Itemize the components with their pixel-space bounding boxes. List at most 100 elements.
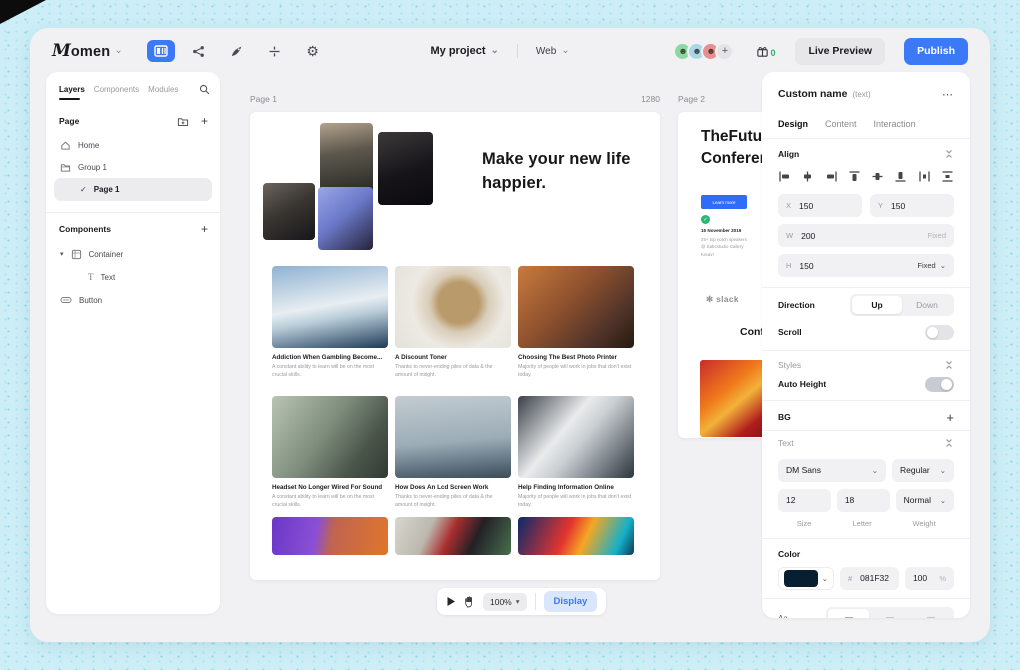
collapse-section-icon[interactable] [944, 360, 954, 370]
font-size-value: 12 [786, 495, 795, 505]
font-style-dropdown[interactable]: Regular ⌄ [892, 459, 954, 482]
tab-modules[interactable]: Modules [148, 85, 178, 94]
event-date[interactable]: 15 November 2019 [701, 228, 741, 233]
text-align-option[interactable] [869, 609, 910, 618]
align-top-icon[interactable] [848, 170, 861, 183]
sidebar-item-home[interactable]: Home [54, 135, 212, 155]
direction-label: Direction [778, 300, 815, 310]
more-options-icon[interactable]: ⋯ [942, 88, 954, 101]
article-card[interactable]: Addiction When Gambling Become... A cons… [272, 266, 388, 380]
align-center-horizontal-icon[interactable] [801, 170, 814, 183]
align-center-vertical-icon[interactable] [871, 170, 884, 183]
direction-down-option[interactable]: Down [902, 296, 952, 314]
text-align-option[interactable] [828, 609, 869, 618]
y-position-field[interactable]: Y 150 [870, 194, 954, 217]
tab-content[interactable]: Content [825, 119, 857, 129]
play-mode-icon[interactable] [446, 596, 456, 607]
artboard2-label[interactable]: Page 2 [678, 94, 705, 104]
align-right-icon[interactable] [825, 170, 838, 183]
styles-row: Styles [778, 356, 954, 374]
article-card[interactable]: Headset No Longer Wired For Sound A cons… [272, 396, 388, 510]
publish-button[interactable]: Publish [904, 38, 968, 65]
collage-photo-woman-portrait[interactable] [378, 132, 433, 205]
share-nodes-button[interactable] [185, 40, 213, 62]
article-card[interactable]: How Does An Lcd Screen Work Thanks to ne… [395, 396, 511, 510]
height-field[interactable]: H 150 Fixed ⌄ [778, 254, 954, 277]
tab-design[interactable]: Design [778, 119, 808, 129]
zoom-level-dropdown[interactable]: 100% ▾ [483, 593, 527, 611]
add-collaborator-button[interactable]: + [715, 42, 734, 61]
page-section-title: Page [59, 116, 79, 126]
align-bottom-icon[interactable] [894, 170, 907, 183]
page2-heading[interactable]: TheFuture Conference [701, 126, 771, 169]
app-logo-menu[interactable]: Momen ⌄ [52, 41, 123, 61]
tab-layers[interactable]: Layers [59, 85, 85, 94]
distribute-tool-button[interactable] [261, 40, 289, 62]
tab-components[interactable]: Components [94, 85, 139, 94]
hero-headline[interactable]: Make your new life happier. [482, 148, 644, 196]
font-weight-dropdown[interactable]: Normal ⌄ [896, 489, 954, 512]
platform-switcher[interactable]: Web ⌄ [536, 46, 570, 57]
add-folder-icon[interactable] [177, 116, 189, 127]
settings-button[interactable]: ⚙ [299, 40, 327, 62]
bg-row: BG + [778, 406, 954, 428]
add-component-icon[interactable]: + [201, 222, 208, 236]
x-position-field[interactable]: X 150 [778, 194, 862, 217]
slack-logo[interactable]: ✻ slack [706, 294, 739, 305]
collage-photo-woman-blue[interactable] [318, 187, 373, 250]
sidebar-item-button[interactable]: Button [54, 290, 212, 310]
text-align-option[interactable] [911, 609, 952, 618]
add-page-icon[interactable]: + [201, 114, 208, 128]
card-image-abstract-wallpaper[interactable] [518, 517, 634, 555]
color-hex-field[interactable]: # 081F32 [840, 567, 899, 590]
rocket-button[interactable] [223, 40, 251, 62]
direction-up-option[interactable]: Up [852, 296, 902, 314]
project-switcher[interactable]: My project ⌄ [430, 45, 498, 57]
hand-tool-icon[interactable] [464, 596, 475, 608]
zoom-level-value: 100% [490, 597, 512, 607]
auto-height-toggle[interactable] [925, 377, 954, 392]
collapse-section-icon[interactable] [944, 438, 954, 448]
card-image-phone-stats[interactable] [395, 517, 511, 555]
add-bg-icon[interactable]: + [946, 410, 954, 425]
distribute-vertical-icon[interactable] [941, 170, 954, 183]
font-size-field[interactable]: 12 [778, 489, 831, 512]
chevron-down-icon: ⌄ [940, 261, 946, 270]
card-image-vr-headset[interactable] [272, 517, 388, 555]
page2-feature-image[interactable] [700, 360, 770, 437]
distribute-horizontal-icon[interactable] [918, 170, 931, 183]
sidebar-item-page1[interactable]: ✓ Page 1 [54, 178, 212, 201]
font-family-dropdown[interactable]: DM Sans ⌄ [778, 459, 886, 482]
project-name: My project [430, 45, 485, 57]
tab-interaction[interactable]: Interaction [874, 119, 916, 129]
live-preview-button[interactable]: Live Preview [795, 38, 885, 65]
weight-label: Weight [894, 519, 954, 528]
width-field[interactable]: W 200 Fixed [778, 224, 954, 247]
learn-more-button[interactable]: Learn more [701, 195, 747, 209]
sidebar-item-group1[interactable]: Group 1 [54, 157, 212, 177]
event-description[interactable]: 25+ top notch speakers @ Sabcstudio Gall… [701, 236, 749, 258]
artboard1-label[interactable]: Page 1 [250, 94, 277, 104]
expand-triangle-icon[interactable]: ▾ [60, 250, 64, 258]
article-card[interactable]: Choosing The Best Photo Printer Majority… [518, 266, 634, 380]
collage-photo-man-profile[interactable] [320, 123, 373, 196]
article-card[interactable]: A Discount Toner Thanks to never-ending … [395, 266, 511, 380]
search-icon[interactable] [199, 84, 210, 95]
align-left-icon[interactable] [778, 170, 791, 183]
collapse-section-icon[interactable] [944, 149, 954, 159]
color-swatch-dropdown[interactable]: ⌄ [778, 567, 834, 590]
article-card[interactable]: Help Finding Information Online Majority… [518, 396, 634, 510]
height-mode-dropdown[interactable]: Fixed ⌄ [917, 261, 946, 270]
page-section-header: Page + [59, 114, 208, 128]
display-button[interactable]: Display [544, 591, 598, 612]
scroll-toggle[interactable] [925, 325, 954, 340]
collage-photo-man-smiling[interactable] [263, 183, 315, 240]
color-opacity-field[interactable]: 100 % [905, 567, 954, 590]
aa-case-label[interactable]: Aa [778, 614, 788, 619]
credits-indicator[interactable]: 0 [756, 45, 775, 58]
letter-spacing-field[interactable]: 18 [837, 489, 890, 512]
artboard-page1[interactable]: Make your new life happier. Addiction Wh… [250, 112, 660, 580]
sidebar-item-text[interactable]: T Text [54, 267, 212, 287]
board-view-button[interactable] [147, 40, 175, 62]
sidebar-item-container[interactable]: ▾ Container [54, 244, 212, 264]
